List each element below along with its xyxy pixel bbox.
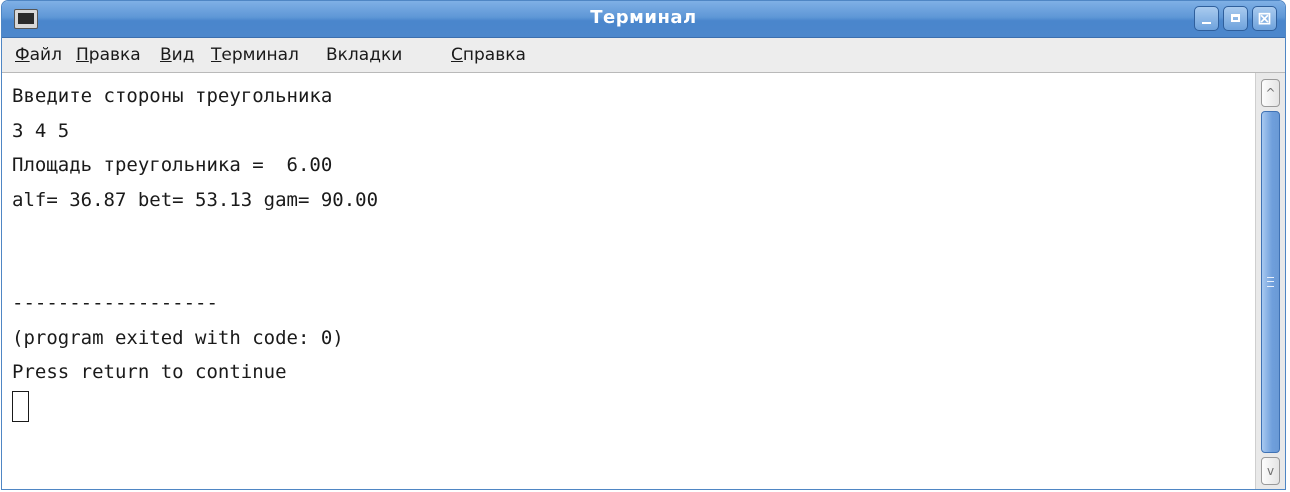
menu-view[interactable]: Вид <box>160 45 194 65</box>
terminal-line: (program exited with code: 0) <box>12 326 344 349</box>
chevron-down-icon: v <box>1266 464 1275 478</box>
terminal-line: Press return to continue <box>12 361 287 383</box>
menu-edit[interactable]: Правка <box>76 45 141 65</box>
cursor-line <box>12 390 1255 425</box>
terminal-line: Введите стороны треугольника <box>12 85 333 107</box>
menu-tabs[interactable]: Вкладки <box>326 45 402 65</box>
text-cursor <box>12 390 29 422</box>
menu-help[interactable]: Справка <box>451 45 526 65</box>
terminal-line: ------------------ <box>12 292 218 314</box>
menu-file-label: айл <box>29 45 62 65</box>
menu-terminal-mnemonic: Т <box>211 45 222 65</box>
menu-help-mnemonic: С <box>451 45 463 65</box>
terminal-line: Площадь треугольника = 6.00 <box>12 154 333 176</box>
maximize-button[interactable] <box>1223 6 1248 31</box>
minimize-icon <box>1202 22 1211 24</box>
terminal-line: alf= 36.87 bet= 53.13 gam= 90.00 <box>12 188 379 211</box>
menu-file-mnemonic: Ф <box>15 45 30 65</box>
menu-terminal[interactable]: Терминал <box>211 45 299 65</box>
minimize-button[interactable] <box>1194 6 1219 31</box>
terminal-window: Терминал ⊠ Файл Правка Вид Терминал Вкла… <box>1 0 1286 490</box>
menu-tabs-label: Вкладки <box>326 45 403 65</box>
scroll-down-button[interactable]: v <box>1261 457 1280 485</box>
menu-view-mnemonic: В <box>160 45 172 65</box>
scrollbar-thumb[interactable] <box>1261 111 1280 453</box>
title-bar[interactable]: Терминал ⊠ <box>2 1 1285 38</box>
vertical-scrollbar[interactable]: ^ v <box>1255 73 1285 489</box>
menu-file[interactable]: Файл <box>15 45 62 65</box>
grip-icon <box>1267 277 1274 287</box>
menu-bar: Файл Правка Вид Терминал Вкладки Справка <box>2 38 1285 73</box>
terminal-line: 3 4 5 <box>12 119 70 142</box>
menu-edit-mnemonic: П <box>76 45 89 65</box>
menu-view-label: ид <box>171 45 195 65</box>
menu-help-label: правка <box>462 45 526 65</box>
terminal-output[interactable]: Введите стороны треугольника 3 4 5 Площа… <box>2 73 1255 489</box>
menu-edit-label: равка <box>88 45 141 65</box>
window-title: Терминал <box>590 7 697 28</box>
menu-terminal-label: ерминал <box>221 45 299 65</box>
chevron-up-icon: ^ <box>1265 86 1276 100</box>
maximize-icon <box>1231 14 1240 22</box>
close-icon: ⊠ <box>1257 9 1272 29</box>
close-button[interactable]: ⊠ <box>1252 6 1277 31</box>
scroll-up-button[interactable]: ^ <box>1261 79 1280 107</box>
